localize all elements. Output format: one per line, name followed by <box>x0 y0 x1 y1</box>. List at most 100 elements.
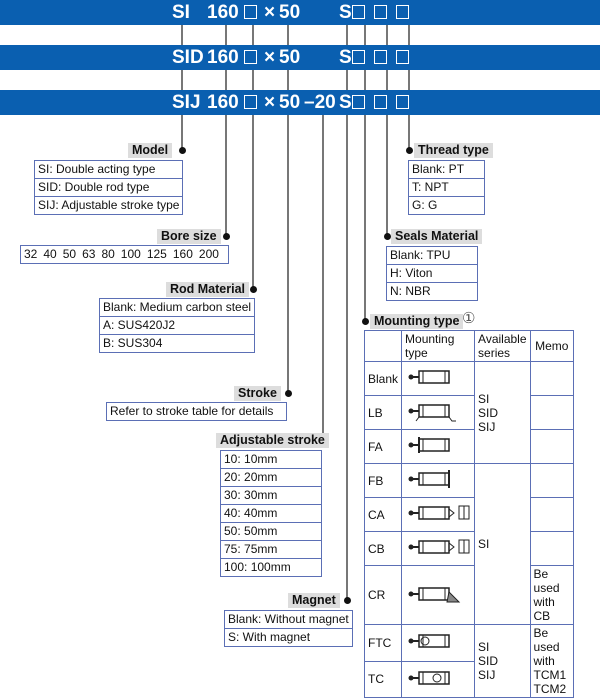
bore-code: 160 <box>207 47 239 68</box>
mount-code: Blank <box>363 361 403 396</box>
option-item: 30: 30mm <box>220 486 322 505</box>
series-item: SI <box>478 537 490 551</box>
series-item: SID <box>478 405 499 420</box>
bore-value: 63 <box>82 247 96 261</box>
option-item: T: NPT <box>408 178 485 197</box>
series-code: SI <box>172 2 190 23</box>
mount-icon-cell <box>401 361 476 396</box>
bore-value: 32 <box>24 247 38 261</box>
series-code: SID <box>172 47 204 68</box>
stroke-code: 50 <box>279 92 301 113</box>
header-code <box>363 330 403 362</box>
option-item: 20: 20mm <box>220 468 322 487</box>
option-item: Refer to stroke table for details <box>106 402 287 421</box>
placeholder-box <box>352 95 365 109</box>
magnet-label: Magnet <box>288 593 340 608</box>
connector-dot <box>250 286 257 293</box>
option-item: Blank: Medium carbon steel <box>98 298 256 317</box>
cylinder-mount-icon <box>408 671 450 685</box>
stroke-code: 50 <box>279 2 301 23</box>
adjustable-stroke-code: –20 <box>304 92 336 113</box>
memo-cell <box>529 361 575 396</box>
rod-material-label: Rod Material <box>166 282 250 297</box>
option-item: SID: Double rod type <box>33 178 184 197</box>
series-cell: SI <box>474 463 531 625</box>
mount-code: LB <box>363 395 403 430</box>
magnet-code: S <box>339 92 352 113</box>
option-item: SIJ: Adjustable stroke type <box>33 196 184 215</box>
bore-value: 40 <box>43 247 57 261</box>
bore-table: 32 40 50 63 80 100 125 160 200 <box>20 245 229 264</box>
header-mounting-type: Mounting type <box>401 330 476 362</box>
mount-code: TC <box>363 660 403 698</box>
connector-line <box>408 25 410 150</box>
mount-icon-cell <box>401 497 476 532</box>
times-sign: × <box>264 47 276 68</box>
memo-cell <box>529 497 575 532</box>
cylinder-mount-icon <box>408 437 450 453</box>
header-memo: Memo <box>529 330 575 362</box>
connector-line <box>322 113 324 440</box>
bore-value: 125 <box>146 247 167 261</box>
header-available-series: Available series <box>474 330 531 362</box>
stroke-table: Refer to stroke table for details <box>106 402 287 421</box>
connector-dot <box>285 390 292 397</box>
placeholder-box <box>374 95 387 109</box>
magnet-code: S <box>339 2 352 23</box>
mount-icon-cell <box>401 429 476 464</box>
series-cell: SI SID SIJ <box>474 361 531 464</box>
series-item: SID <box>478 654 499 668</box>
mount-icon-cell <box>401 624 476 662</box>
model-table: SI: Double acting type SID: Double rod ty… <box>33 160 184 215</box>
connector-dot <box>362 318 369 325</box>
mount-icon-cell <box>401 531 476 566</box>
option-item: B: SUS304 <box>98 334 256 353</box>
connector-line <box>287 25 289 393</box>
bore-label: Bore size <box>157 229 221 244</box>
mount-icon-cell <box>401 660 476 698</box>
option-item: Blank: Without magnet <box>224 610 353 629</box>
placeholder-box <box>244 50 257 64</box>
cylinder-mount-icon <box>408 370 450 384</box>
memo-cell: Be used with TCM1 TCM2 <box>529 624 575 698</box>
thread-type-table: Blank: PT T: NPT G: G <box>408 160 485 215</box>
seals-material-table: Blank: TPU H: Viton N: NBR <box>386 246 478 301</box>
connector-dot <box>344 597 351 604</box>
option-item: 10: 10mm <box>220 450 322 469</box>
thread-type-label: Thread type <box>414 143 493 158</box>
placeholder-box <box>396 5 409 19</box>
series-item: SIJ <box>478 668 496 682</box>
placeholder-box <box>374 5 387 19</box>
series-item: SI <box>478 640 490 654</box>
memo-cell <box>529 531 575 566</box>
mount-icon-cell <box>401 463 476 498</box>
series-code: SIJ <box>172 92 201 113</box>
bore-values: 32 40 50 63 80 100 125 160 200 <box>20 245 229 264</box>
placeholder-box <box>352 5 365 19</box>
note-marker: ① <box>462 310 476 327</box>
adjustable-stroke-table: 10: 10mm 20: 20mm 30: 30mm 40: 40mm 50: 50mm… <box>220 450 322 577</box>
cylinder-mount-icon <box>408 505 470 520</box>
series-item: SI <box>478 391 490 406</box>
adjustable-stroke-label: Adjustable stroke <box>216 433 329 448</box>
placeholder-box <box>396 50 409 64</box>
bore-value: 160 <box>172 247 193 261</box>
times-sign: × <box>264 92 276 113</box>
magnet-table: Blank: Without magnet S: With magnet <box>224 610 353 647</box>
placeholder-box <box>396 95 409 109</box>
bore-code: 160 <box>207 92 239 113</box>
placeholder-box <box>374 50 387 64</box>
option-item: SI: Double acting type <box>33 160 184 179</box>
placeholder-box <box>244 5 257 19</box>
mount-code: CR <box>363 565 403 625</box>
cylinder-mount-icon <box>408 586 461 602</box>
mounting-type-table: Mounting type Available series Memo Blank SI… <box>363 330 575 698</box>
placeholder-box <box>352 50 365 64</box>
bore-code: 160 <box>207 2 239 23</box>
bore-value: 80 <box>101 247 115 261</box>
bore-value: 50 <box>62 247 77 261</box>
connector-dot <box>384 233 391 240</box>
option-item: 50: 50mm <box>220 522 322 541</box>
mount-icon-cell <box>401 395 476 430</box>
memo-cell <box>529 429 575 464</box>
